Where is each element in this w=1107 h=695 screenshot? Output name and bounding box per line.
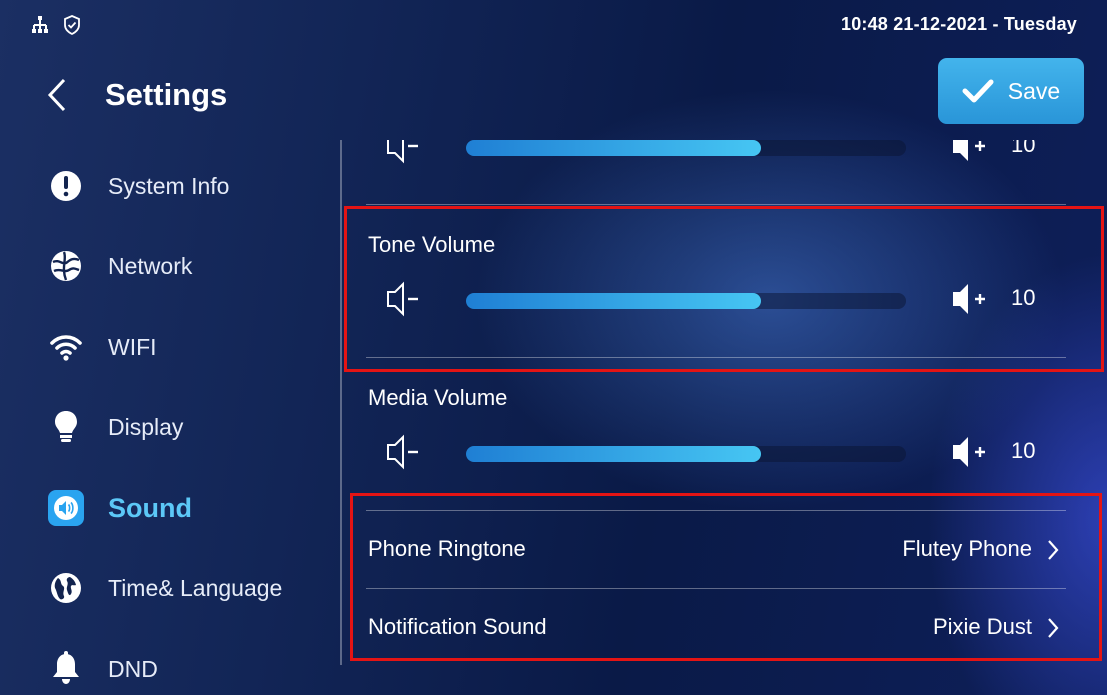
page-title: Settings bbox=[105, 77, 228, 112]
sidebar-item-time-language[interactable]: Time& Language bbox=[48, 564, 282, 612]
partial-volume-row: 10 bbox=[386, 140, 1066, 166]
divider bbox=[366, 204, 1066, 205]
media-volume-label: Media Volume bbox=[368, 385, 508, 410]
network-tree-icon bbox=[30, 15, 50, 40]
notification-sound-value: Pixie Dust bbox=[932, 614, 1032, 639]
status-icons bbox=[30, 14, 82, 41]
globe-network-icon bbox=[48, 248, 84, 284]
sidebar-item-sound[interactable]: Sound bbox=[48, 484, 192, 532]
volume-down-icon[interactable] bbox=[386, 432, 428, 472]
volume-slider-track[interactable] bbox=[466, 140, 906, 156]
chevron-right-icon bbox=[1046, 538, 1060, 562]
volume-slider-fill bbox=[466, 446, 761, 462]
globe-icon bbox=[48, 570, 84, 606]
tone-volume-value: 10 bbox=[1011, 285, 1036, 310]
save-label: Save bbox=[1007, 77, 1061, 104]
phone-ringtone-value: Flutey Phone bbox=[902, 536, 1032, 561]
tone-volume-slider[interactable] bbox=[466, 293, 906, 309]
media-volume-slider[interactable] bbox=[466, 446, 906, 462]
volume-down-icon[interactable] bbox=[386, 140, 428, 166]
sidebar-item-label: WIFI bbox=[108, 333, 157, 360]
tone-volume-row: 10 bbox=[386, 279, 1066, 319]
header: Settings Save bbox=[0, 55, 1107, 135]
sidebar-item-wifi[interactable]: WIFI bbox=[48, 323, 157, 371]
chevron-left-icon bbox=[47, 78, 66, 112]
sidebar-item-label: Sound bbox=[108, 492, 192, 523]
chevron-right-icon bbox=[1046, 616, 1060, 640]
divider bbox=[366, 588, 1066, 589]
notification-sound-label: Notification Sound bbox=[368, 614, 547, 639]
phone-ringtone-row[interactable]: Phone Ringtone Flutey Phone bbox=[342, 512, 1082, 588]
back-button[interactable] bbox=[42, 77, 72, 113]
volume-value: 10 bbox=[1011, 140, 1036, 157]
media-volume-value: 10 bbox=[1011, 438, 1036, 463]
check-icon bbox=[962, 79, 994, 103]
status-bar: 10:48 21-12-2021 - Tuesday bbox=[0, 0, 1107, 50]
sidebar-item-network[interactable]: Network bbox=[48, 242, 192, 290]
speaker-icon bbox=[48, 490, 84, 526]
exclamation-circle-icon bbox=[48, 168, 84, 204]
sidebar-item-system-info[interactable]: System Info bbox=[48, 162, 229, 210]
sidebar-item-label: Display bbox=[108, 413, 184, 440]
notification-sound-row[interactable]: Notification Sound Pixie Dust bbox=[342, 590, 1082, 666]
lightbulb-icon bbox=[48, 409, 84, 445]
phone-ringtone-label: Phone Ringtone bbox=[368, 536, 526, 561]
shield-check-icon bbox=[62, 14, 82, 41]
save-button[interactable]: Save bbox=[938, 58, 1084, 124]
divider bbox=[366, 510, 1066, 511]
sidebar-item-label: DND bbox=[108, 655, 158, 682]
sidebar-item-label: Network bbox=[108, 252, 193, 279]
media-volume-row: 10 bbox=[386, 432, 1066, 472]
tone-volume-label: Tone Volume bbox=[368, 232, 496, 257]
sound-settings-panel: 10 Tone Volume 10 Media Volume 10 Phone bbox=[342, 140, 1107, 695]
volume-slider-fill bbox=[466, 293, 761, 309]
volume-up-icon[interactable] bbox=[951, 279, 997, 319]
sidebar-item-dnd[interactable]: DND bbox=[48, 645, 158, 693]
volume-slider-fill bbox=[466, 140, 761, 156]
volume-up-icon[interactable] bbox=[951, 140, 997, 166]
wifi-icon bbox=[48, 329, 84, 365]
bell-icon bbox=[48, 651, 84, 687]
sidebar-item-label: Time& Language bbox=[108, 574, 283, 601]
status-datetime: 10:48 21-12-2021 - Tuesday bbox=[840, 14, 1077, 34]
volume-up-icon[interactable] bbox=[951, 432, 997, 472]
sidebar-item-label: System Info bbox=[108, 172, 230, 199]
sidebar: System Info Network WIFI Display Sound T… bbox=[0, 140, 340, 695]
divider bbox=[366, 357, 1066, 358]
volume-down-icon[interactable] bbox=[386, 279, 428, 319]
sidebar-item-display[interactable]: Display bbox=[48, 403, 183, 451]
